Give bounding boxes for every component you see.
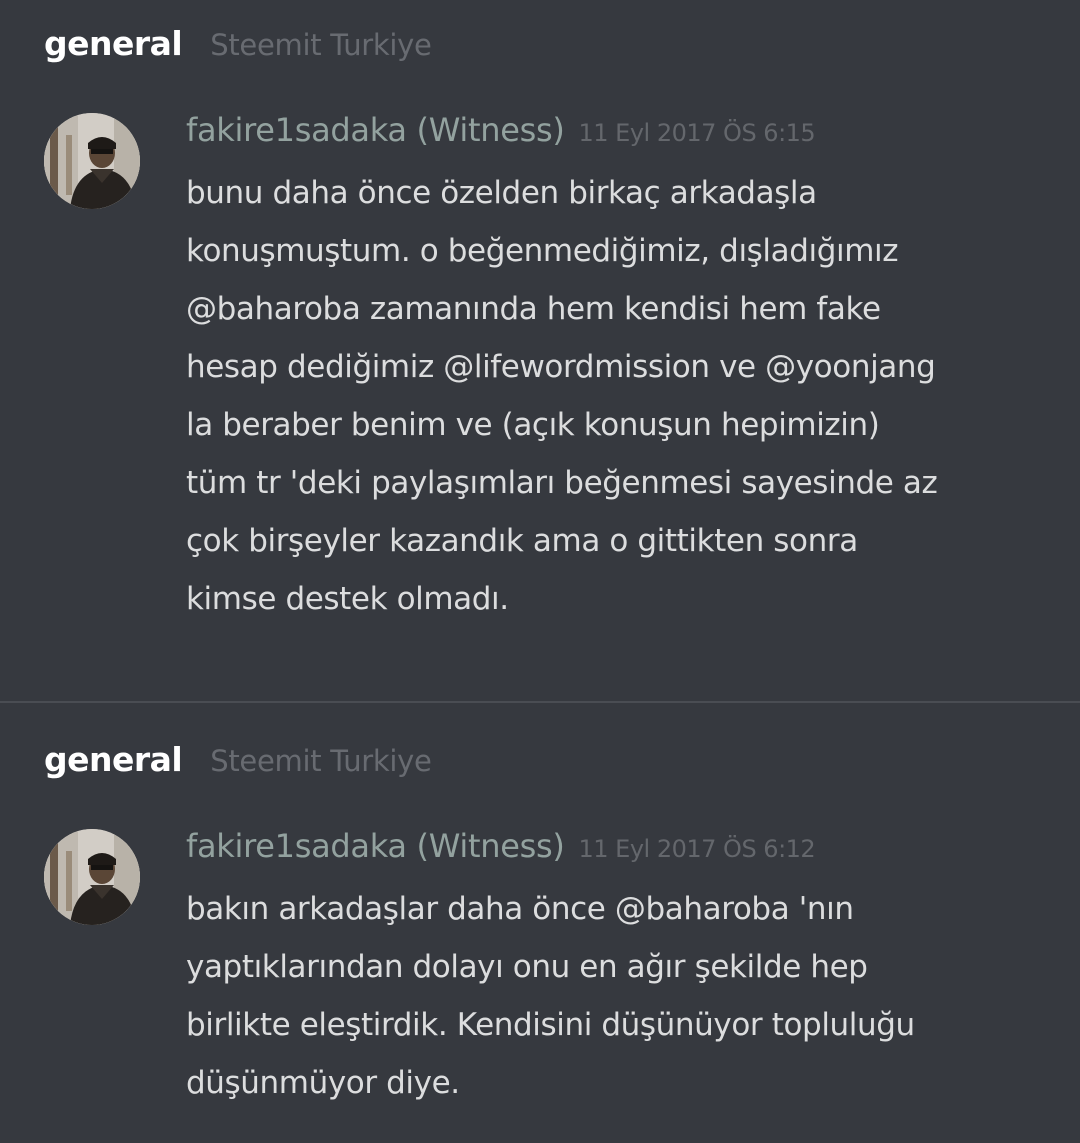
timestamp: 11 Eyl 2017 ÖS 6:12 (578, 835, 816, 863)
message-line: birlikte eleştirdik. Kendisini düşünüyor… (186, 1007, 915, 1043)
channel-header[interactable]: general Steemit Turkiye (44, 24, 432, 68)
message-line: tüm tr 'deki paylaşımları beğenmesi saye… (186, 465, 938, 501)
timestamp: 11 Eyl 2017 ÖS 6:15 (578, 119, 816, 147)
message-line: la beraber benim ve (açık konuşun hepimi… (186, 407, 880, 443)
message-text: bakın arkadaşlar daha önce @baharoba 'nı… (186, 880, 1040, 1112)
message-line: bunu daha önce özelden birkaç arkadaşla (186, 175, 817, 211)
message: fakire1sadaka (Witness) 11 Eyl 2017 ÖS 6:… (186, 824, 1040, 1112)
message-block: general Steemit Turkiye fakire1sadaka (Wi… (0, 0, 1080, 702)
message-line: kimse destek olmadı. (186, 581, 509, 617)
avatar[interactable] (44, 113, 140, 209)
message: fakire1sadaka (Witness) 11 Eyl 2017 ÖS 6:… (186, 108, 1040, 628)
channel-name[interactable]: general (44, 740, 183, 779)
message-line: yaptıklarından dolayı onu en ağır şekild… (186, 949, 868, 985)
message-meta: fakire1sadaka (Witness) 11 Eyl 2017 ÖS 6:… (186, 108, 1040, 152)
channel-name[interactable]: general (44, 24, 183, 63)
channel-header[interactable]: general Steemit Turkiye (44, 740, 432, 784)
server-name: Steemit Turkiye (210, 744, 432, 778)
avatar[interactable] (44, 829, 140, 925)
avatar-photo-icon (44, 113, 140, 209)
message-block: general Steemit Turkiye fakire1sadaka (Wi… (0, 703, 1080, 1143)
message-line: @baharoba zamanında hem kendisi hem fake (186, 291, 881, 327)
server-name: Steemit Turkiye (210, 28, 432, 62)
message-line: hesap dediğimiz @lifewordmission ve @yoo… (186, 349, 936, 385)
message-meta: fakire1sadaka (Witness) 11 Eyl 2017 ÖS 6:… (186, 824, 1040, 868)
message-text: bunu daha önce özelden birkaç arkadaşla … (186, 164, 1040, 628)
avatar-photo-icon (44, 829, 140, 925)
author-name[interactable]: fakire1sadaka (Witness) (186, 111, 565, 149)
message-line: bakın arkadaşlar daha önce @baharoba 'nı… (186, 891, 854, 927)
message-line: düşünmüyor diye. (186, 1065, 460, 1101)
author-name[interactable]: fakire1sadaka (Witness) (186, 827, 565, 865)
message-line: konuşmuştum. o beğenmediğimiz, dışladığı… (186, 233, 899, 269)
message-line: çok birşeyler kazandık ama o gittikten s… (186, 523, 858, 559)
